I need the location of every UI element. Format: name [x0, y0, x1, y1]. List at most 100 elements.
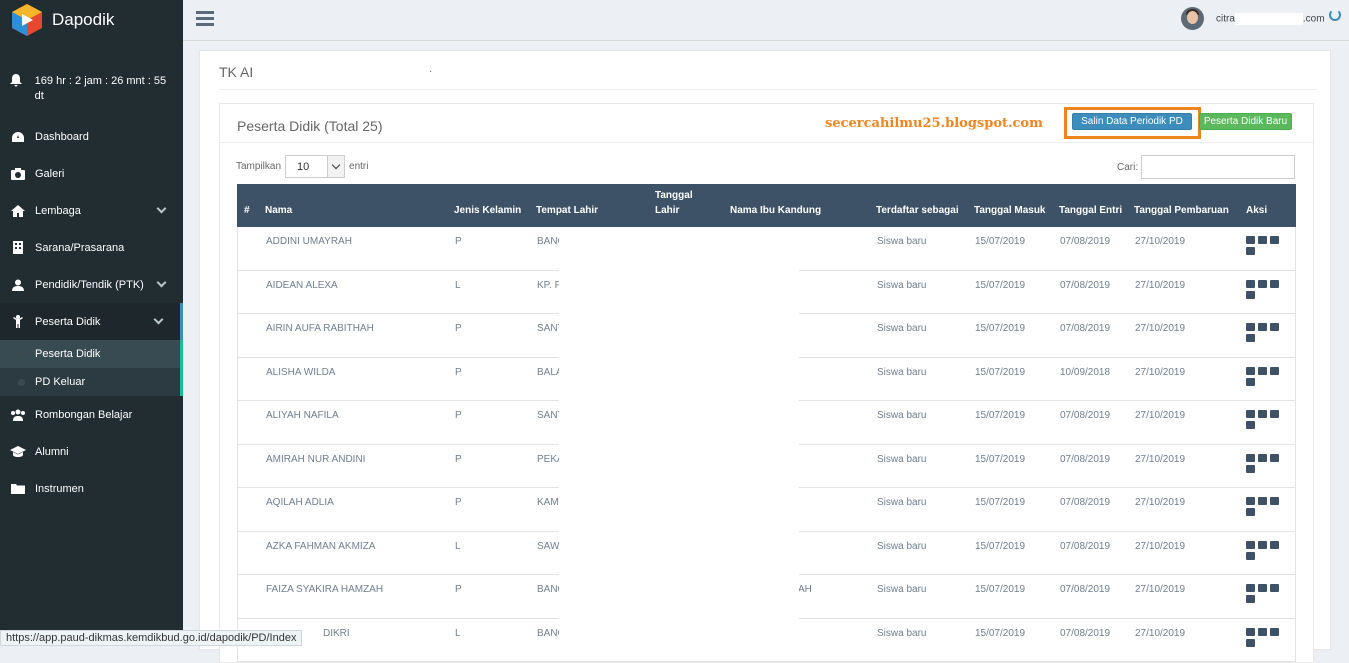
print-icon[interactable] — [1258, 540, 1267, 549]
external-link-icon[interactable] — [1246, 551, 1255, 560]
table-cell-nama[interactable]: ALIYAH NAFILA — [266, 410, 339, 421]
edit-icon[interactable] — [1270, 323, 1279, 331]
user-icon[interactable] — [1246, 279, 1255, 288]
external-link-icon[interactable] — [1246, 290, 1255, 299]
user-icon[interactable] — [1246, 453, 1255, 462]
print-icon[interactable] — [1258, 236, 1267, 244]
external-link-icon[interactable] — [1246, 595, 1255, 603]
table-cell-nama[interactable]: AQILAH ADLIA — [266, 497, 334, 508]
table-cell-nama[interactable]: AZKA FAHMAN AKMIZA — [266, 541, 375, 552]
row-actions — [1246, 627, 1286, 650]
edit-icon[interactable] — [1270, 366, 1279, 375]
external-link-icon[interactable] — [1246, 334, 1255, 342]
edit-icon[interactable] — [1270, 453, 1279, 462]
user-icon[interactable] — [1246, 410, 1255, 418]
table-cell-nama[interactable]: DIKRI — [323, 628, 350, 639]
user-icon[interactable] — [1246, 323, 1255, 331]
table-cell-nama[interactable]: AIRIN AUFA RABITHAH — [266, 323, 374, 334]
sidebar-item-galeri[interactable]: Galeri — [0, 155, 183, 192]
chevron-down-icon[interactable] — [156, 277, 167, 288]
add-student-button[interactable]: Peserta Didik Baru — [1199, 113, 1292, 130]
print-icon[interactable] — [1258, 453, 1267, 462]
camera-icon — [10, 167, 26, 181]
user-email[interactable]: citra .com — [1216, 12, 1325, 25]
table-cell-entri: 10/09/2018 — [1060, 366, 1111, 378]
print-icon[interactable] — [1258, 497, 1267, 505]
chevron-down-icon[interactable] — [153, 314, 164, 325]
chevron-down-icon[interactable] — [156, 203, 167, 214]
sidebar-subitem-peserta-didik[interactable]: Peserta Didik — [0, 340, 180, 368]
edit-icon[interactable] — [1270, 627, 1279, 636]
sidebar-item-instrumen[interactable]: Instrumen — [0, 470, 183, 507]
status-bar-url: https://app.paud-dikmas.kemdikbud.go.id/… — [0, 630, 303, 646]
print-icon[interactable] — [1258, 584, 1267, 592]
user-icon[interactable] — [1246, 497, 1255, 505]
user-icon[interactable] — [1246, 236, 1255, 244]
edit-icon[interactable] — [1270, 540, 1279, 549]
table-cell-nama[interactable]: ALISHA WILDA — [266, 367, 335, 378]
edit-icon[interactable] — [1270, 584, 1279, 592]
page-length-select[interactable]: 10 — [285, 155, 346, 178]
user-icon[interactable] — [1246, 627, 1255, 636]
external-link-icon[interactable] — [1246, 638, 1255, 647]
print-icon[interactable] — [1258, 323, 1267, 331]
chevron-down-icon[interactable] — [327, 156, 345, 177]
length-label: Tampilkan — [236, 161, 282, 172]
user-icon[interactable] — [1246, 584, 1255, 592]
column-header[interactable]: Nama — [265, 203, 445, 218]
table-cell-nama[interactable]: ADDINI UMAYRAH — [266, 236, 352, 247]
edit-icon[interactable] — [1270, 236, 1279, 244]
column-header[interactable]: Tanggal Masuk — [974, 203, 1049, 218]
sidebar-item-pendidik-tendik-ptk[interactable]: Pendidik/Tendik (PTK) — [0, 266, 183, 303]
table-cell-jk: L — [455, 279, 461, 291]
school-dot: . — [429, 64, 433, 75]
column-header[interactable]: Terdaftar sebagai — [876, 203, 971, 218]
print-icon[interactable] — [1258, 366, 1267, 375]
row-actions — [1246, 497, 1286, 519]
print-icon[interactable] — [1258, 279, 1267, 288]
column-header[interactable]: Tanggal Lahir — [655, 188, 715, 218]
table-cell-nama[interactable]: AMIRAH NUR ANDINI — [266, 454, 365, 465]
external-link-icon[interactable] — [1246, 508, 1255, 516]
copy-periodic-data-button[interactable]: Salin Data Periodik PD — [1072, 113, 1192, 130]
sidebar-item-rombongan-belajar[interactable]: Rombongan Belajar — [0, 396, 183, 433]
avatar[interactable] — [1181, 7, 1204, 30]
print-icon[interactable] — [1258, 410, 1267, 418]
sidebar-subitem-pd-keluar[interactable]: PD Keluar — [0, 368, 180, 396]
column-header[interactable]: # — [244, 203, 258, 218]
sidebar-item-alumni[interactable]: Alumni — [0, 433, 183, 470]
search-input[interactable] — [1141, 155, 1296, 179]
user-icon[interactable] — [1246, 540, 1255, 549]
external-link-icon[interactable] — [1246, 377, 1255, 386]
table-cell-pembaruan: 27/10/2019 — [1135, 540, 1186, 552]
sidebar-item-dashboard[interactable]: Dashboard — [0, 118, 183, 155]
row-actions — [1246, 410, 1286, 432]
dashboard-icon — [10, 130, 26, 144]
column-header[interactable]: Tempat Lahir — [536, 203, 646, 218]
sidebar-item-peserta-didik[interactable]: Peserta Didik — [0, 303, 183, 340]
table-cell-nama[interactable]: AIDEAN ALEXA — [266, 280, 338, 291]
edit-icon[interactable] — [1270, 497, 1279, 505]
column-header[interactable]: Jenis Kelamin — [454, 203, 524, 218]
column-header[interactable]: Tanggal Pembaruan — [1134, 203, 1244, 218]
menu-toggle-icon[interactable] — [196, 11, 214, 27]
edit-icon[interactable] — [1270, 279, 1279, 288]
table-cell-entri: 07/08/2019 — [1060, 323, 1111, 334]
external-link-icon[interactable] — [1246, 247, 1255, 255]
user-icon[interactable] — [1246, 366, 1255, 375]
brand[interactable]: Dapodik — [0, 0, 183, 40]
column-header[interactable]: Tanggal Entri — [1059, 203, 1129, 218]
sidebar-item-label: Instrumen — [35, 482, 84, 495]
column-header[interactable]: Nama Ibu Kandung — [730, 203, 870, 218]
column-header[interactable]: Aksi — [1246, 203, 1291, 218]
sidebar-item-lembaga[interactable]: Lembaga — [0, 192, 183, 229]
external-link-icon[interactable] — [1246, 421, 1255, 429]
length-value: 10 — [297, 160, 310, 173]
print-icon[interactable] — [1258, 627, 1267, 636]
app-name: Dapodik — [52, 10, 115, 29]
table-cell-nama[interactable]: FAIZA SYAKIRA HAMZAH — [266, 584, 383, 595]
edit-icon[interactable] — [1270, 410, 1279, 418]
external-link-icon[interactable] — [1246, 464, 1255, 473]
user-menu[interactable]: citra .com — [1181, 7, 1341, 30]
sidebar-item-sarana-prasarana[interactable]: Sarana/Prasarana — [0, 229, 183, 266]
